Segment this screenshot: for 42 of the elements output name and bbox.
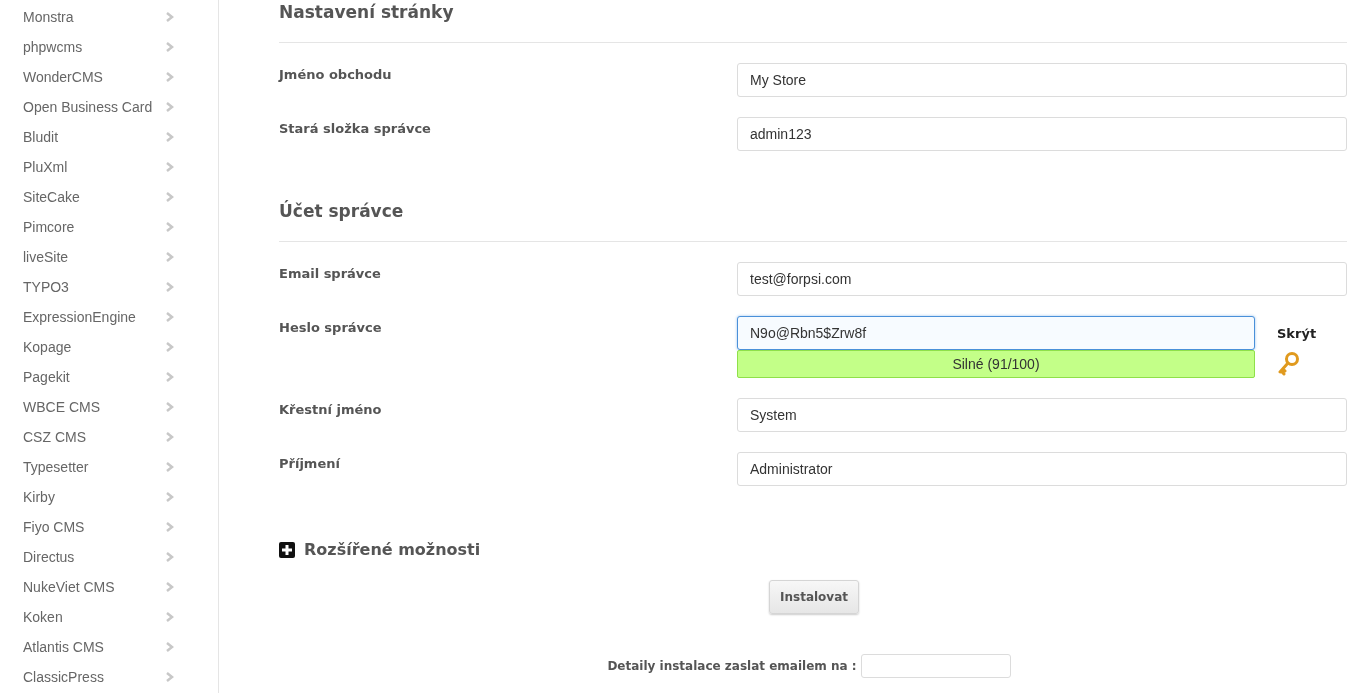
sidebar-item[interactable]: Kirby xyxy=(0,482,218,512)
install-button[interactable]: Instalovat xyxy=(769,580,859,614)
section-heading: Nastavení stránky xyxy=(279,1,455,24)
sidebar-item[interactable]: Pagekit xyxy=(0,362,218,392)
sidebar-item[interactable]: CSZ CMS xyxy=(0,422,218,452)
field-label: Jméno obchodu xyxy=(279,66,393,84)
password-field[interactable]: N9o@Rbn5$Zrw8f xyxy=(737,316,1255,350)
sidebar-item[interactable]: ExpressionEngine xyxy=(0,302,218,332)
sidebar-item[interactable]: ClassicPress xyxy=(0,662,218,692)
sidebar-item[interactable]: Open Business Card xyxy=(0,92,218,122)
sidebar-item[interactable]: phpwcms xyxy=(0,32,218,62)
field-label: Příjmení xyxy=(279,455,341,473)
sidebar-item[interactable]: Atlantis CMS xyxy=(0,632,218,662)
sidebar-item[interactable]: NukeViet CMS xyxy=(0,572,218,602)
sidebar-item[interactable]: PluXml xyxy=(0,152,218,182)
input-field[interactable]: My Store xyxy=(737,63,1347,97)
sidebar-item[interactable]: SiteCake xyxy=(0,182,218,212)
hide-password-link[interactable]: Skrýt xyxy=(1277,324,1317,344)
password-strength-bar: Silné (91/100) xyxy=(737,350,1255,378)
sidebar-item[interactable]: Kopage xyxy=(0,332,218,362)
input-field[interactable]: Administrator xyxy=(737,452,1347,486)
input-field[interactable]: test@forpsi.com xyxy=(737,262,1347,296)
sidebar-item[interactable]: Directus xyxy=(0,542,218,572)
sidebar-item[interactable]: Pimcore xyxy=(0,212,218,242)
email-details-label: Detaily instalace zaslat emailem na : xyxy=(607,658,857,675)
field-label: Heslo správce xyxy=(279,319,383,337)
sidebar-item[interactable]: Koken xyxy=(0,602,218,632)
sidebar-item[interactable]: liveSite xyxy=(0,242,218,272)
field-label: Stará složka správce xyxy=(279,120,432,138)
field-label: Křestní jméno xyxy=(279,401,383,419)
sidebar-item[interactable]: TYPO3 xyxy=(0,272,218,302)
input-field[interactable]: System xyxy=(737,398,1347,432)
advanced-options-toggle[interactable]: Rozšířené možnosti xyxy=(304,538,481,562)
input-field[interactable]: admin123 xyxy=(737,117,1347,151)
sidebar-item[interactable]: Monstra xyxy=(0,2,218,32)
sidebar-item[interactable]: Bludit xyxy=(0,122,218,152)
sidebar-item[interactable]: Fiyo CMS xyxy=(0,512,218,542)
sidebar-item[interactable]: WBCE CMS xyxy=(0,392,218,422)
sidebar-item[interactable]: Typesetter xyxy=(0,452,218,482)
field-label: Email správce xyxy=(279,265,382,283)
sidebar-item[interactable]: WonderCMS xyxy=(0,62,218,92)
section-heading: Účet správce xyxy=(279,199,405,223)
